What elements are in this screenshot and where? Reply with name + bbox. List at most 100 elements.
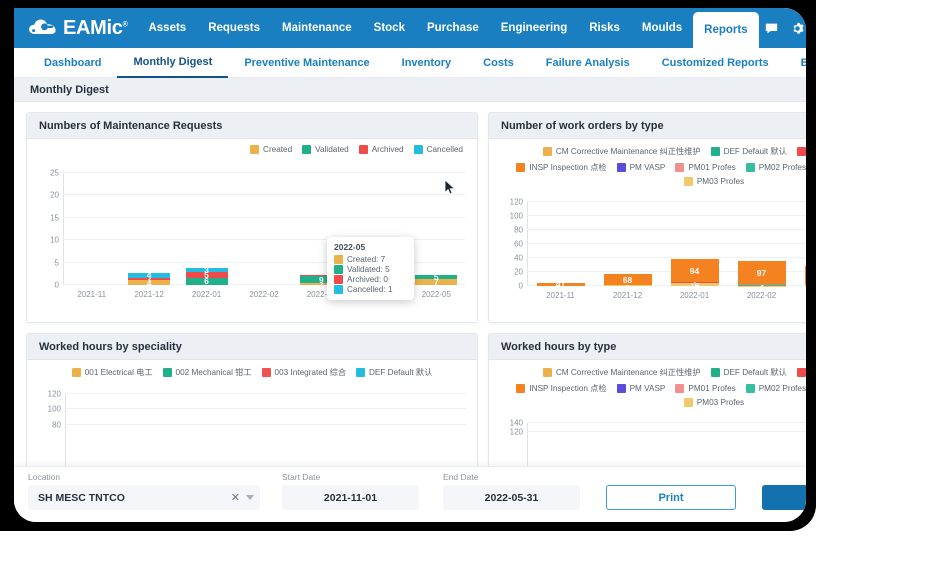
bar-stack[interactable]: 653 <box>185 255 228 285</box>
bar-column[interactable] <box>63 173 120 285</box>
nav-item-maintenance[interactable]: Maintenance <box>271 8 363 48</box>
nav-item-moulds[interactable]: Moulds <box>631 8 693 48</box>
bar-column[interactable]: 653 <box>178 173 235 285</box>
bar-stack[interactable]: 41 <box>536 276 585 286</box>
bar-stack[interactable]: 75 <box>415 265 458 285</box>
legend-item[interactable]: 003 Integrated 综合 <box>261 366 346 378</box>
legend-item[interactable]: Validated <box>302 145 349 154</box>
legend-item[interactable]: PM VASP <box>616 382 665 394</box>
y-axis-tick: 25 <box>50 168 59 178</box>
nav-label: Engineering <box>500 22 568 34</box>
legend-item[interactable]: PM02 Professional Maintenance 二级保养 <box>745 161 806 173</box>
bar-stack[interactable]: 14194 <box>670 256 719 286</box>
legend-item[interactable]: CM Corrective Maintenance 纠正性维护 <box>542 145 701 157</box>
bar-column[interactable] <box>235 173 292 285</box>
nav-item-assets[interactable]: Assets <box>137 8 197 48</box>
nav-item-stock[interactable]: Stock <box>363 8 416 48</box>
app-logo[interactable]: EAMic® <box>14 8 137 48</box>
legend-item[interactable]: CM Corrective Maintenance 纠正性维护 <box>542 366 701 378</box>
legend-item[interactable]: DEF Default 默认 <box>356 366 432 378</box>
card-header: Number of work orders by type <box>489 113 806 139</box>
subnav-item-preventive-maintenance[interactable]: Preventive Maintenance <box>228 48 385 78</box>
end-date-input[interactable]: 2022-05-31 <box>443 485 580 510</box>
legend-swatch-icon <box>356 367 366 377</box>
chevron-down-icon[interactable] <box>246 495 254 500</box>
bar-segment[interactable]: 7 <box>415 279 458 285</box>
bar-stack[interactable]: 424 <box>128 255 171 285</box>
print-button[interactable]: Print <box>606 485 736 510</box>
bar-segment[interactable]: 94 <box>670 258 719 283</box>
bar-segment[interactable]: 14 <box>670 282 719 286</box>
subnav-item-costs[interactable]: Costs <box>467 48 530 78</box>
y-axis-tick: 140 <box>509 418 523 428</box>
subnav-item-dashboard[interactable]: Dashboard <box>28 48 117 78</box>
bar-column[interactable]: 424 <box>120 173 177 285</box>
legend-item[interactable]: 001 Electrical 电工 <box>71 366 153 378</box>
location-select[interactable]: SH MESC TNTCO ✕ <box>28 485 260 510</box>
x-axis-tick: 2022-02 <box>746 291 777 300</box>
nav-item-reports[interactable]: Reports <box>693 12 759 48</box>
legend-swatch-icon <box>683 177 693 186</box>
bar-segment[interactable]: 6 <box>185 277 228 285</box>
legend-item[interactable]: Cancelled <box>413 145 463 154</box>
nav-item-requests[interactable]: Requests <box>197 8 271 48</box>
legend-item[interactable]: INSP Inspection 点检 <box>516 382 607 394</box>
chart-x-axis: 2021-112021-122022-012022-022022-032022-… <box>527 291 806 300</box>
bar-column[interactable]: 2397 <box>728 202 795 286</box>
legend-swatch-icon <box>542 367 552 377</box>
legend-item[interactable]: 002 Mechanical 钳工 <box>162 366 252 378</box>
legend-item[interactable]: PM03 Profes <box>683 398 745 407</box>
bar-segment[interactable]: 4 <box>128 280 171 285</box>
bar-column[interactable]: 10109 <box>795 202 806 286</box>
bar-stack[interactable]: 468 <box>603 266 652 286</box>
subnav-item-monthly-digest[interactable]: Monthly Digest <box>117 48 229 78</box>
bar-column[interactable]: 14194 <box>661 202 728 286</box>
sub-navigation-bar: Dashboard Monthly Digest Preventive Main… <box>14 48 806 78</box>
x-axis-tick: 2022-05 <box>421 290 451 299</box>
bar-segment[interactable]: 68 <box>603 274 652 286</box>
chart-legend: 001 Electrical 电工 002 Mechanical 钳工 003 In… <box>27 360 477 380</box>
nav-item-risks[interactable]: Risks <box>578 8 631 48</box>
start-date-input[interactable]: 2021-11-01 <box>282 485 419 510</box>
bar-segment[interactable]: 109 <box>804 266 806 285</box>
legend-item[interactable]: PM02 Professional Maintenance 二级保养 <box>745 382 806 394</box>
bar-stack[interactable]: 2397 <box>737 256 786 286</box>
legend-item[interactable]: PM01 Profes <box>675 382 736 394</box>
bar-segment[interactable]: 97 <box>737 260 786 285</box>
bar-column[interactable]: 468 <box>594 202 661 286</box>
legend-item[interactable]: Archived <box>358 145 404 154</box>
legend-item[interactable]: Created <box>250 145 292 154</box>
refresh-button[interactable]: Refresh <box>762 485 806 510</box>
chat-icon[interactable] <box>759 8 785 48</box>
close-icon[interactable]: ✕ <box>225 491 246 504</box>
legend-item[interactable]: PM01 Profes <box>675 161 736 173</box>
legend-item[interactable]: DEF Default 默认 <box>710 145 787 157</box>
tooltip-label: Created: 7 <box>347 255 386 264</box>
subnav-item-customized-reports[interactable]: Customized Reports <box>646 48 785 78</box>
y-axis-tick: 80 <box>52 420 61 430</box>
nav-item-engineering[interactable]: Engineering <box>490 8 578 48</box>
subnav-item-inventory[interactable]: Inventory <box>386 48 468 78</box>
legend-item[interactable]: MI 技术改造 <box>796 366 806 378</box>
legend-label: PM03 Profes <box>696 398 745 407</box>
legend-item[interactable]: MI 技术改造 <box>796 145 806 157</box>
nav-label: Moulds <box>641 22 683 34</box>
mouse-cursor <box>444 179 456 200</box>
legend-item[interactable]: PM VASP <box>616 161 665 173</box>
bar-stack[interactable]: 10109 <box>804 266 806 286</box>
gear-icon[interactable] <box>785 8 806 48</box>
subnav-item-failure-analysis[interactable]: Failure Analysis <box>530 48 646 78</box>
bar-column[interactable]: 75 <box>408 173 465 285</box>
legend-item[interactable]: PM03 Profes <box>683 177 744 186</box>
subnav-item-big-screen[interactable]: Big screen <box>785 48 806 78</box>
bar-segment[interactable]: 4 <box>603 285 652 286</box>
bar-column[interactable]: 41 <box>527 202 594 286</box>
subnav-label: Customized Reports <box>661 56 769 69</box>
legend-item[interactable]: INSP Inspection 点检 <box>516 161 607 173</box>
legend-item[interactable]: DEF Default 默认 <box>710 366 787 378</box>
legend-swatch-icon <box>796 146 806 156</box>
bar-segment[interactable]: 41 <box>536 282 585 286</box>
bar-segment[interactable]: 10 <box>804 284 806 286</box>
bar-segment[interactable]: 2 <box>737 285 786 286</box>
nav-item-purchase[interactable]: Purchase <box>416 8 490 48</box>
